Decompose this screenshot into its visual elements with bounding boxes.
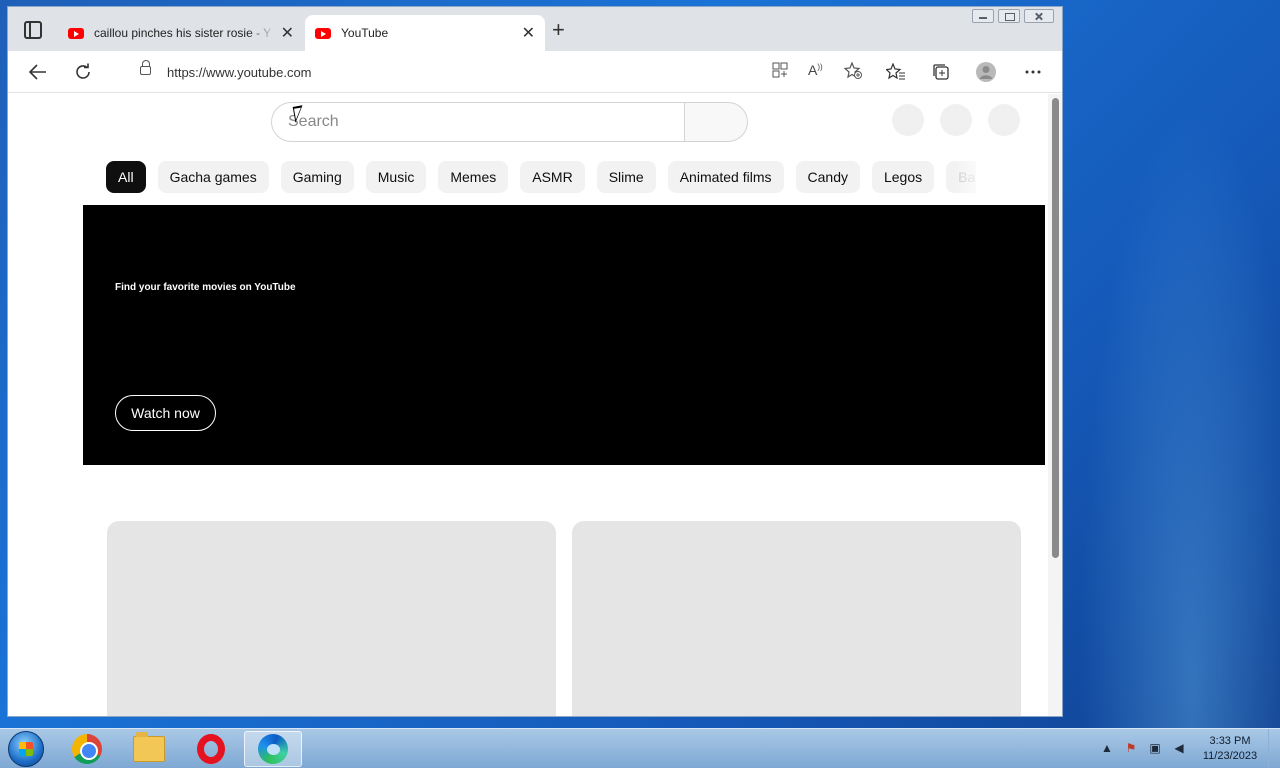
chip-candy[interactable]: Candy bbox=[795, 161, 860, 193]
opera-icon bbox=[197, 734, 225, 764]
tab-caillou[interactable]: caillou pinches his sister rosie - Y ✕ bbox=[58, 15, 304, 51]
add-favorite-icon[interactable] bbox=[843, 61, 862, 85]
chip-animated-films[interactable]: Animated films bbox=[667, 161, 784, 193]
read-aloud-icon[interactable]: A)) bbox=[808, 62, 823, 78]
edge-icon bbox=[258, 734, 288, 764]
close-icon[interactable]: ✕ bbox=[522, 23, 535, 43]
chip-gacha-games[interactable]: Gacha games bbox=[157, 161, 269, 193]
close-window-button[interactable] bbox=[1024, 9, 1054, 23]
chip-asmr[interactable]: ASMR bbox=[520, 161, 585, 193]
start-button[interactable] bbox=[8, 731, 44, 767]
video-placeholder-card[interactable] bbox=[107, 521, 556, 716]
clock-time: 3:33 PM bbox=[1209, 735, 1251, 747]
show-desktop-button[interactable] bbox=[1268, 729, 1280, 768]
file-explorer-icon bbox=[133, 732, 165, 762]
profile-icon[interactable] bbox=[975, 61, 997, 83]
youtube-icon bbox=[315, 27, 331, 39]
refresh-icon[interactable] bbox=[72, 61, 94, 83]
chip-all[interactable]: All bbox=[106, 161, 146, 193]
filter-chips: All Gacha games Gaming Music Memes ASMR … bbox=[106, 161, 976, 193]
url-text[interactable]: https://www.youtube.com bbox=[167, 65, 312, 80]
banner-text: Find your favorite movies on YouTube bbox=[115, 282, 296, 293]
address-bar[interactable]: https://www.youtube.com A)) bbox=[120, 57, 872, 87]
browser-toolbar: https://www.youtube.com A)) bbox=[8, 51, 1062, 93]
maximize-button[interactable] bbox=[998, 9, 1020, 23]
system-tray: ▲ ⚑ ▣ ◀ bbox=[1100, 741, 1186, 755]
chip-memes[interactable]: Memes bbox=[438, 161, 509, 193]
taskbar-clock[interactable]: 3:33 PM 11/23/2023 bbox=[1200, 734, 1260, 764]
notifications-icon[interactable] bbox=[940, 104, 972, 136]
favorites-icon[interactable] bbox=[885, 61, 907, 83]
watch-now-button[interactable]: Watch now bbox=[115, 395, 216, 431]
desktop-background bbox=[1060, 0, 1280, 728]
show-hidden-icons-icon[interactable]: ▲ bbox=[1100, 741, 1114, 755]
page-scrollbar[interactable] bbox=[1048, 94, 1062, 716]
taskbar-edge[interactable] bbox=[244, 731, 302, 767]
taskbar: ▲ ⚑ ▣ ◀ 3:33 PM 11/23/2023 bbox=[0, 728, 1280, 768]
chip-slime[interactable]: Slime bbox=[596, 161, 656, 193]
chip-legos[interactable]: Legos bbox=[871, 161, 935, 193]
action-center-flag-icon[interactable]: ⚑ bbox=[1124, 741, 1138, 755]
search-box[interactable] bbox=[271, 102, 685, 142]
search-input[interactable] bbox=[288, 113, 668, 131]
window-controls bbox=[972, 9, 1054, 23]
lock-icon[interactable] bbox=[140, 60, 151, 75]
chip-gaming[interactable]: Gaming bbox=[280, 161, 354, 193]
new-tab-button[interactable]: + bbox=[552, 19, 565, 41]
tab-title: caillou pinches his sister rosie - Y bbox=[94, 26, 272, 40]
video-placeholder-card[interactable] bbox=[572, 521, 1021, 716]
more-icon[interactable] bbox=[1022, 61, 1044, 83]
clock-date: 11/23/2023 bbox=[1202, 750, 1258, 762]
chip-ba[interactable]: Ba bbox=[946, 161, 976, 193]
chip-music[interactable]: Music bbox=[365, 161, 427, 193]
apps-icon[interactable] bbox=[772, 62, 788, 83]
search-button[interactable] bbox=[684, 102, 748, 142]
movies-banner: Find your favorite movies on YouTube Wat… bbox=[83, 205, 1045, 465]
taskbar-chrome[interactable] bbox=[58, 731, 116, 767]
minimize-button[interactable] bbox=[972, 9, 994, 23]
collections-icon[interactable] bbox=[930, 61, 952, 83]
browser-window: caillou pinches his sister rosie - Y ✕ Y… bbox=[7, 6, 1063, 717]
create-icon[interactable] bbox=[892, 104, 924, 136]
close-icon[interactable]: ✕ bbox=[281, 23, 294, 43]
tab-title: YouTube bbox=[341, 26, 389, 40]
youtube-icon bbox=[68, 27, 84, 39]
scroll-thumb[interactable] bbox=[1052, 98, 1059, 558]
avatar[interactable] bbox=[988, 104, 1020, 136]
taskbar-opera[interactable] bbox=[182, 731, 240, 767]
tab-strip: caillou pinches his sister rosie - Y ✕ Y… bbox=[8, 7, 1062, 51]
back-icon[interactable] bbox=[27, 61, 49, 83]
network-icon[interactable]: ▣ bbox=[1148, 741, 1162, 755]
tab-actions-icon[interactable] bbox=[24, 21, 42, 39]
volume-muted-icon[interactable]: ◀ bbox=[1172, 741, 1186, 755]
youtube-page: All Gacha games Gaming Music Memes ASMR … bbox=[8, 94, 1048, 716]
taskbar-file-explorer[interactable] bbox=[120, 731, 178, 767]
chrome-icon bbox=[72, 734, 102, 764]
tab-youtube[interactable]: YouTube ✕ bbox=[305, 15, 545, 51]
